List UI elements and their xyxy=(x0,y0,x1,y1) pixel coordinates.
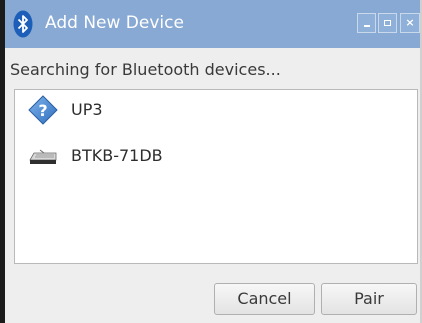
add-device-dialog: Add New Device × Searching for Bluetooth… xyxy=(0,0,422,323)
pair-button[interactable]: Pair xyxy=(321,283,417,315)
window-title: Add New Device xyxy=(45,13,184,33)
cancel-button[interactable]: Cancel xyxy=(214,283,315,315)
title-bar[interactable]: Add New Device × xyxy=(5,0,420,48)
device-label: BTKB-71DB xyxy=(71,146,163,165)
device-label: UP3 xyxy=(71,100,103,119)
unknown-device-icon: ? xyxy=(27,94,59,126)
maximize-icon xyxy=(384,20,391,26)
bluetooth-icon xyxy=(13,10,33,38)
status-text: Searching for Bluetooth devices... xyxy=(10,60,281,79)
keyboard-icon xyxy=(27,140,59,172)
minimize-icon xyxy=(364,25,370,27)
device-item-btkb[interactable]: BTKB-71DB xyxy=(15,136,417,180)
device-list[interactable]: ? UP3 BTKB-71DB xyxy=(14,89,418,264)
device-item-up3[interactable]: ? UP3 xyxy=(15,90,417,134)
maximize-button[interactable] xyxy=(378,13,397,33)
close-icon: × xyxy=(405,16,415,29)
svg-text:?: ? xyxy=(38,101,47,120)
minimize-button[interactable] xyxy=(357,13,376,33)
close-button[interactable]: × xyxy=(400,13,420,33)
